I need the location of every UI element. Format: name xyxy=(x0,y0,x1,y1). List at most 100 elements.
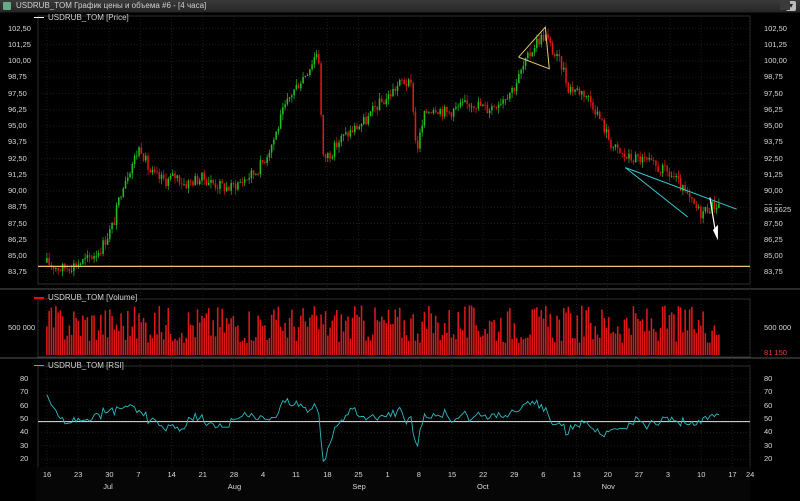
volume-bar xyxy=(513,323,516,355)
volume-bar xyxy=(342,331,345,355)
volume-bar xyxy=(670,312,673,355)
volume-legend-swatch xyxy=(34,296,44,299)
candle-body xyxy=(700,206,702,219)
candle-body xyxy=(167,178,170,186)
volume-bar xyxy=(576,315,579,355)
volume-bar xyxy=(637,318,639,355)
volume-bar xyxy=(486,333,489,355)
current-volume-label: 81 150 xyxy=(764,348,787,357)
volume-bar xyxy=(439,339,441,355)
volume-bar xyxy=(682,332,684,355)
candle-body xyxy=(695,203,698,208)
volume-bar xyxy=(250,339,253,355)
candle-body xyxy=(225,187,228,191)
date-tick-label: 29 xyxy=(510,470,519,479)
price-tick-label: 83,75 xyxy=(764,267,783,277)
candle-body xyxy=(470,106,473,108)
candle-body xyxy=(248,178,250,180)
candle-body xyxy=(639,156,641,163)
candle-body xyxy=(131,163,134,174)
candle-body xyxy=(439,109,441,115)
candle-body xyxy=(378,98,381,111)
candle-body xyxy=(140,147,143,154)
candle-body xyxy=(347,132,349,137)
volume-bar xyxy=(693,328,695,355)
volume-bar xyxy=(223,332,226,355)
candle-body xyxy=(502,99,504,104)
volume-bar xyxy=(466,337,468,355)
volume-bar xyxy=(524,338,527,355)
candle-body xyxy=(371,106,374,112)
volume-bar xyxy=(596,334,599,355)
candle-body xyxy=(122,188,125,197)
candle-body xyxy=(407,79,410,86)
volume-bar xyxy=(327,335,329,355)
volume-bar xyxy=(479,336,482,355)
volume-bar xyxy=(452,334,455,355)
volume-bar xyxy=(396,316,399,355)
volume-bar xyxy=(446,332,448,355)
candle-body xyxy=(513,87,516,92)
candle-body xyxy=(488,110,491,114)
candle-body xyxy=(293,89,295,96)
candle-body xyxy=(693,198,695,204)
price-tick-label: 102,50 xyxy=(764,23,787,33)
candle-body xyxy=(205,179,208,186)
candle-body xyxy=(158,172,161,179)
chart-canvas[interactable] xyxy=(0,0,800,501)
volume-bar xyxy=(616,326,619,355)
candle-body xyxy=(425,110,428,114)
volume-bar xyxy=(73,311,75,355)
candle-body xyxy=(416,140,419,149)
candle-body xyxy=(304,75,307,78)
volume-bar xyxy=(655,331,657,355)
volume-bar xyxy=(383,320,385,355)
volume-bar xyxy=(284,322,286,355)
volume-bar xyxy=(138,313,140,355)
volume-bar xyxy=(55,306,57,355)
candle-body xyxy=(270,144,273,153)
candle-body xyxy=(655,160,657,167)
volume-bar xyxy=(416,333,419,355)
rsi-panel-label: USDRUB_TOM [RSI] xyxy=(48,361,124,370)
candle-body xyxy=(82,259,84,264)
volume-bar xyxy=(414,340,417,355)
candle-body xyxy=(176,175,179,179)
rsi-tick-label: 20 xyxy=(20,454,29,464)
volume-bar xyxy=(198,322,201,355)
volume-bar xyxy=(378,321,381,355)
candle-body xyxy=(315,54,318,58)
candle-body xyxy=(68,268,71,272)
price-panel-header: USDRUB_TOM [Price] xyxy=(34,13,129,22)
volume-bar xyxy=(619,333,621,355)
rsi-tick-label: 70 xyxy=(20,387,29,397)
volume-bar xyxy=(522,339,525,355)
candle-body xyxy=(363,117,365,125)
volume-bar xyxy=(293,326,295,355)
candle-body xyxy=(630,153,632,161)
candle-body xyxy=(142,153,145,161)
candle-body xyxy=(482,104,484,106)
volume-bar xyxy=(68,325,71,355)
candle-body xyxy=(403,79,405,84)
volume-bar xyxy=(515,337,518,355)
candle-body xyxy=(623,153,626,157)
candle-body xyxy=(441,109,444,117)
candle-body xyxy=(162,174,165,179)
candle-body xyxy=(500,103,502,105)
volume-bar xyxy=(412,313,414,355)
candle-body xyxy=(666,165,668,172)
volume-bar xyxy=(349,338,352,355)
candle-body xyxy=(549,38,552,43)
volume-bar xyxy=(295,340,298,355)
volume-bar xyxy=(482,335,484,355)
volume-bar xyxy=(248,311,250,355)
volume-bar xyxy=(434,315,437,355)
rsi-legend-swatch xyxy=(34,365,44,367)
rsi-tick-label: 80 xyxy=(20,373,29,383)
candle-body xyxy=(354,125,356,133)
volume-bar xyxy=(196,309,199,355)
volume-bar xyxy=(241,340,244,355)
volume-bar xyxy=(389,324,392,355)
candle-body xyxy=(601,118,603,120)
